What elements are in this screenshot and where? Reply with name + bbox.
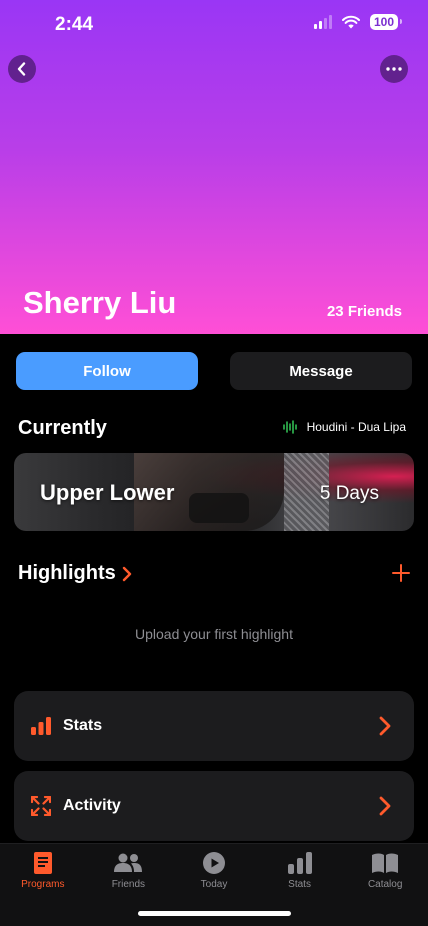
program-name: Upper Lower [40, 480, 175, 505]
now-playing-track: Houdini - Dua Lipa [306, 420, 406, 434]
expand-arrows-icon [30, 795, 52, 817]
chevron-right-icon [379, 796, 391, 816]
tab-programs[interactable]: Programs [0, 844, 86, 926]
open-book-icon [372, 851, 399, 875]
highlights-heading[interactable]: Highlights [18, 562, 132, 585]
activity-row[interactable]: Activity [14, 771, 414, 841]
profile-name: Sherry Liu [23, 285, 177, 320]
now-playing[interactable]: Houdini - Dua Lipa [282, 420, 406, 434]
bar-chart-icon [287, 851, 312, 875]
status-indicators: 100 [313, 14, 403, 30]
currently-heading: Currently [18, 417, 107, 439]
highlights-label: Highlights [18, 562, 116, 584]
message-button[interactable]: Message [230, 352, 412, 390]
home-indicator [138, 911, 291, 916]
tab-catalog[interactable]: Catalog [342, 844, 428, 926]
battery-indicator: 100 [369, 14, 403, 30]
stats-label: Stats [63, 717, 103, 734]
friends-count-link[interactable]: 23 Friends [327, 303, 402, 320]
add-highlight-button[interactable] [391, 563, 411, 583]
activity-label: Activity [63, 797, 121, 814]
chevron-left-icon [17, 62, 26, 76]
tab-label: Programs [21, 879, 65, 890]
more-options-button[interactable] [380, 55, 408, 83]
program-days: 5 Days [319, 483, 379, 504]
wifi-icon [341, 15, 360, 29]
profile-header [0, 0, 428, 334]
status-time: 2:44 [55, 14, 94, 35]
tab-label: Stats [288, 879, 311, 890]
book-icon [33, 851, 52, 875]
stats-row[interactable]: Stats [14, 691, 414, 761]
tab-label: Friends [111, 879, 146, 890]
play-icon [202, 851, 225, 875]
tab-label: Today [200, 879, 228, 890]
follow-button[interactable]: Follow [16, 352, 198, 390]
ellipsis-icon [386, 67, 402, 71]
bar-chart-icon [30, 715, 52, 737]
back-button[interactable] [8, 55, 36, 83]
audio-waveform-icon [282, 420, 297, 434]
people-icon [114, 851, 143, 875]
highlights-empty-message: Upload your first highlight [135, 626, 293, 642]
chevron-right-icon [122, 566, 131, 581]
chevron-right-icon [379, 716, 391, 736]
cellular-signal-icon [313, 15, 332, 29]
tab-label: Catalog [367, 879, 403, 890]
current-program-card[interactable]: Upper Lower 5 Days [14, 453, 414, 531]
